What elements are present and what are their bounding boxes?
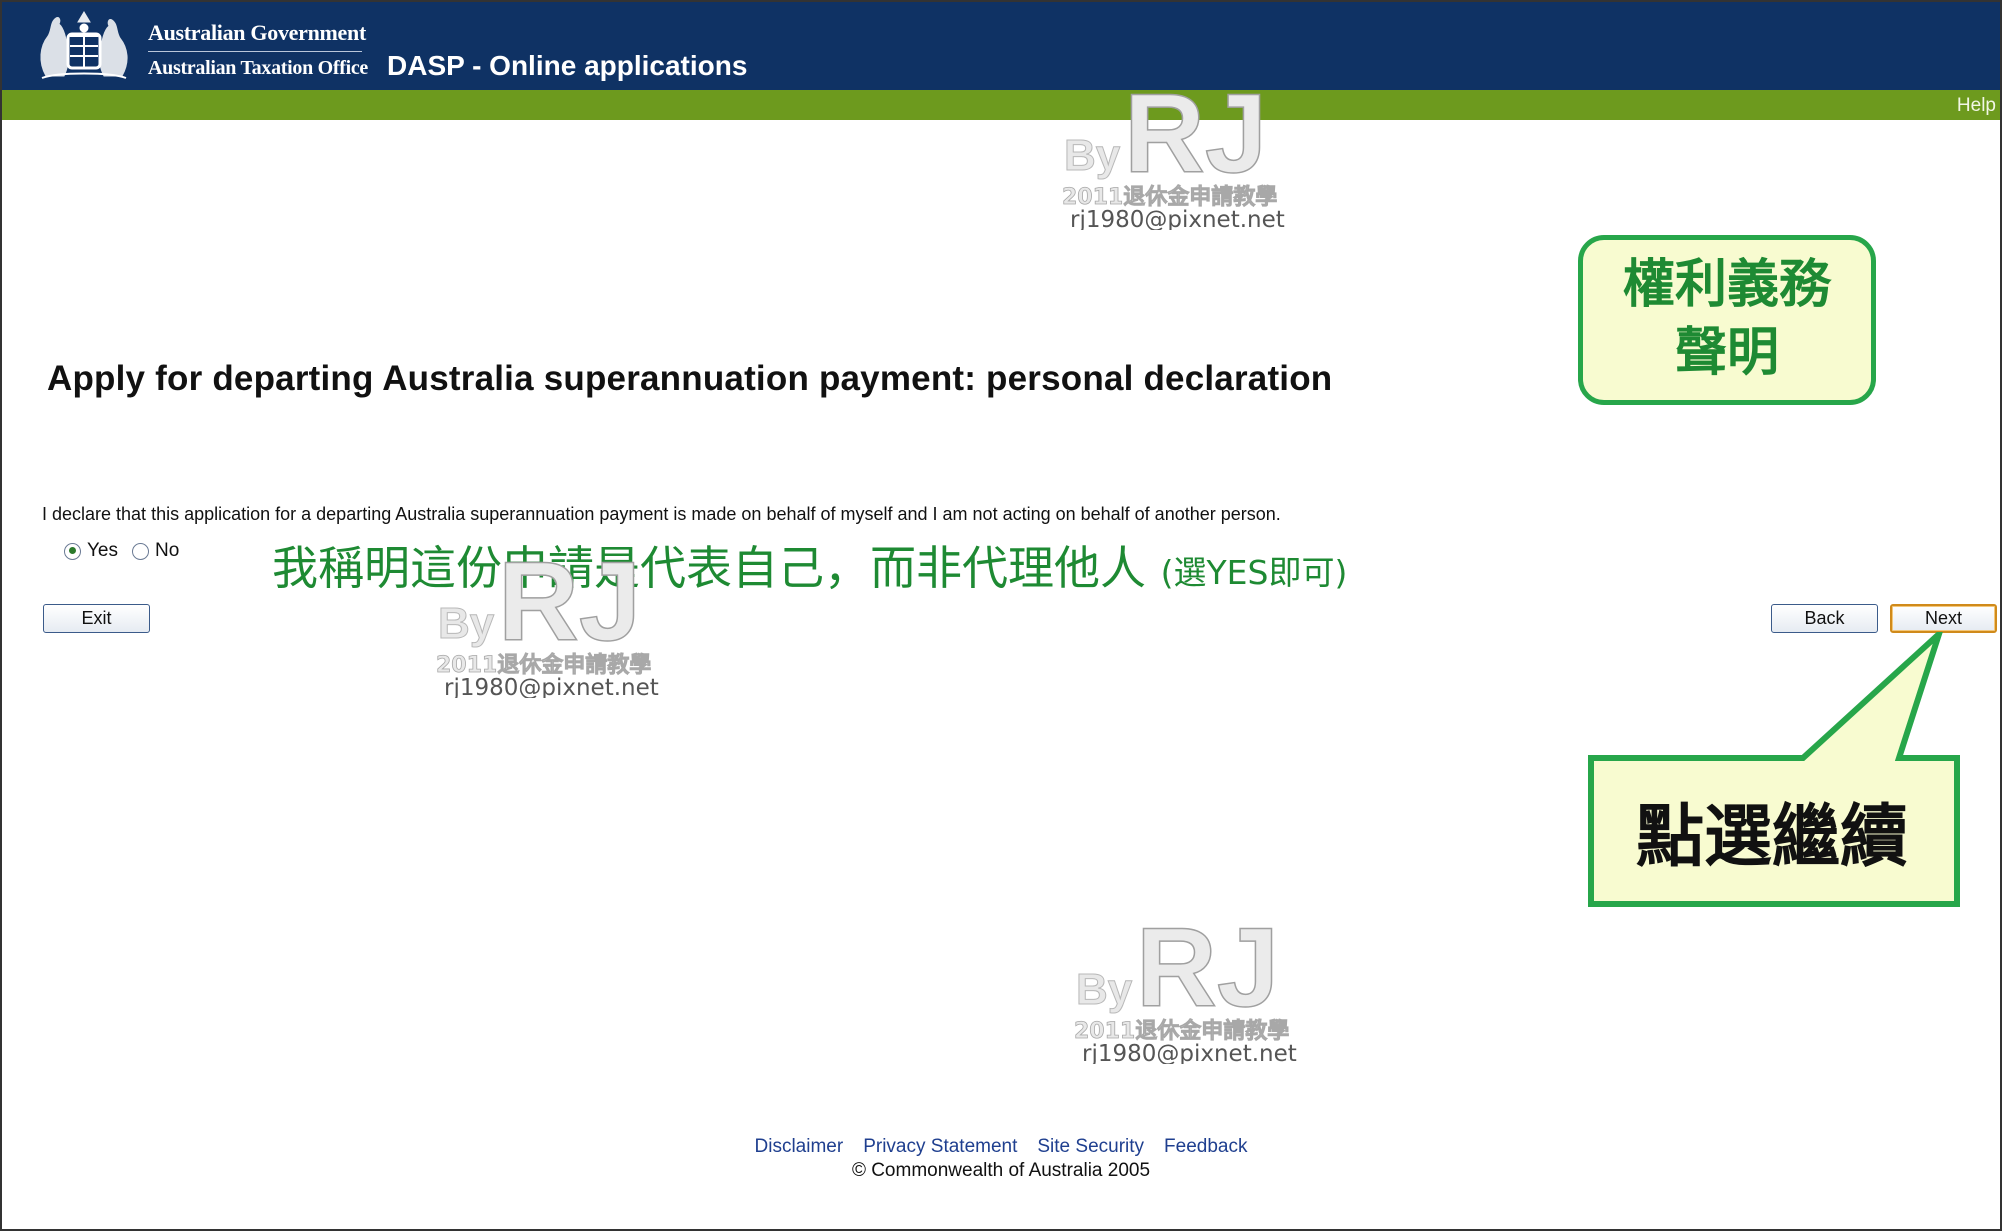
watermark-by: By [438,599,495,648]
copyright: © Commonwealth of Australia 2005 [851,1160,1151,1181]
watermark-email: rj1980@pixnet.net [444,675,659,698]
declaration-text: I declare that this application for a de… [42,504,1281,524]
back-button[interactable]: Back [1771,604,1878,633]
footer-link-security[interactable]: Site Security [1037,1136,1144,1158]
watermark-middle: By RJ 2011退休金申請教學 rj1980@pixnet.net [436,548,659,698]
watermark-rj: RJ [1136,914,1279,1030]
watermark-by: By [1076,965,1133,1014]
footer-link-feedback[interactable]: Feedback [1164,1136,1247,1158]
annotation-click-next-label: 點選繼續 [1635,797,1908,877]
watermark-email: rj1980@pixnet.net [1070,207,1285,230]
annotation-explanation-main: 我稱明這份申請是代表自己，而非代理他人 [272,541,1146,595]
watermark-rj: RJ [498,548,641,664]
nav-bar [2,90,2000,120]
footer-link-disclaimer[interactable]: Disclaimer [755,1136,844,1158]
footer-links: Disclaimer Privacy Statement Site Securi… [2,1136,2000,1158]
government-name: Australian Government [148,20,366,45]
coat-of-arms-icon [40,11,128,79]
footer-link-privacy[interactable]: Privacy Statement [863,1136,1017,1158]
radio-yes[interactable] [64,542,81,560]
radio-no[interactable] [132,542,149,560]
exit-button[interactable]: Exit [43,604,150,633]
next-button[interactable]: Next [1890,604,1997,633]
annotation-explanation-note: (選YES即可) [1160,553,1348,592]
annotation-declaration-callout: 權利義務 聲明 [1578,235,1876,405]
watermark-rj: RJ [1124,80,1267,196]
help-link[interactable]: Help [1957,95,1996,117]
agency-name: Australian Taxation Office [148,57,368,79]
radio-yes-label[interactable]: Yes [87,540,118,562]
watermark-by: By [1064,131,1121,180]
watermark-bottom: By RJ 2011退休金申請教學 rj1980@pixnet.net [1074,914,1297,1064]
watermark-top: By RJ 2011退休金申請教學 rj1980@pixnet.net [1062,80,1285,230]
page-title: Apply for departing Australia superannua… [47,359,1333,398]
watermark-email: rj1980@pixnet.net [1082,1041,1297,1064]
declaration-radio-group: Yes No [64,540,193,562]
radio-no-label[interactable]: No [155,540,179,562]
header-divider [148,51,362,52]
app-title: DASP - Online applications [387,50,748,81]
